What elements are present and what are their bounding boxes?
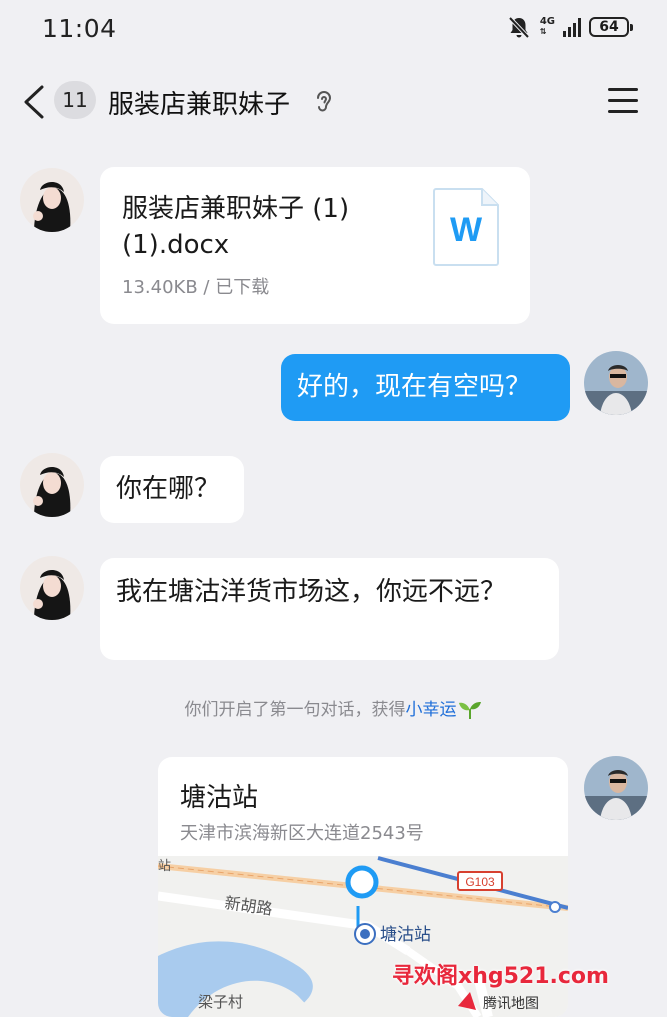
message-bubble-sent[interactable]: 好的，现在有空吗？ (281, 354, 570, 421)
status-time: 11:04 (42, 14, 117, 43)
svg-text:W: W (450, 211, 483, 249)
svg-text:G103: G103 (465, 875, 495, 889)
location-address: 天津市滨海新区大连道2543号 (180, 823, 424, 844)
unread-count-badge[interactable]: 11 (54, 81, 96, 119)
svg-text:梁子村: 梁子村 (198, 993, 243, 1011)
bell-muted-icon (508, 16, 530, 39)
network-indicator: 4G ⇅ (539, 16, 555, 37)
message-bubble-received[interactable]: 我在塘沽洋货市场这，你远不远？ (100, 558, 559, 660)
svg-text:站: 站 (158, 859, 171, 874)
message-text: 好的，现在有空吗？ (297, 372, 532, 402)
message-text: 你在哪？ (116, 474, 221, 504)
system-notice-text: 你们开启了第一句对话，获得 (184, 700, 406, 720)
avatar[interactable] (20, 453, 84, 517)
sprout-icon (458, 701, 481, 719)
message-bubble-received[interactable]: 你在哪？ (100, 456, 244, 523)
watermark: 寻欢阁xhg521.com (392, 964, 609, 989)
file-name: 服装店兼职妹子 (1)(1).docx (122, 194, 350, 260)
message-text: 我在塘沽洋货市场这，你远不远？ (116, 577, 507, 607)
svg-text:腾讯地图: 腾讯地图 (483, 995, 539, 1012)
file-message[interactable]: 服装店兼职妹子 (1)(1).docx 13.40KB / 已下载 W (100, 167, 530, 324)
file-meta: 13.40KB / 已下载 (122, 277, 270, 298)
signal-icon (563, 17, 581, 37)
map-preview[interactable]: G103 新胡路 塘沽站 站 梁子村 腾讯地图 (158, 856, 568, 1017)
back-arrow-icon[interactable] (22, 84, 46, 120)
menu-icon[interactable] (608, 88, 638, 114)
system-notice: 你们开启了第一句对话，获得小幸运 (0, 695, 667, 720)
status-bar: 11:04 4G ⇅ 64 (0, 0, 667, 60)
location-name: 塘沽站 (180, 783, 259, 813)
svg-text:塘沽站: 塘沽站 (380, 925, 431, 945)
lucky-link[interactable]: 小幸运 (406, 700, 457, 720)
avatar[interactable] (584, 756, 648, 820)
avatar[interactable] (20, 168, 84, 232)
word-document-icon: W (433, 188, 499, 266)
battery-level: 64 (599, 19, 619, 35)
chat-title: 服装店兼职妹子 (108, 90, 291, 120)
ear-icon[interactable] (314, 89, 334, 115)
avatar[interactable] (584, 351, 648, 415)
battery-icon: 64 (589, 17, 633, 37)
avatar[interactable] (20, 556, 84, 620)
status-icons: 4G ⇅ 64 (506, 14, 633, 40)
